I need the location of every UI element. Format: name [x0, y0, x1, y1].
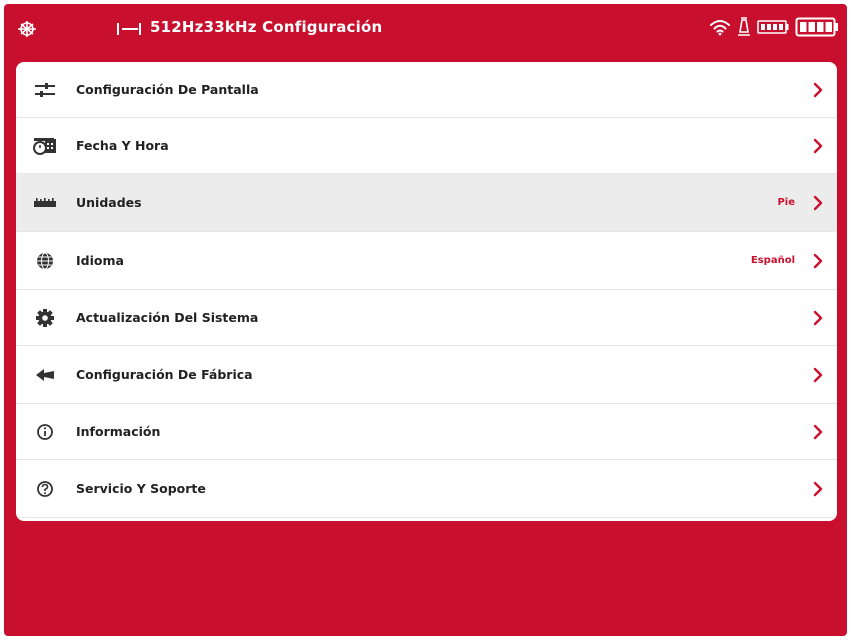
app-logo-icon[interactable] [16, 20, 38, 38]
menu-item-label: Fecha Y Hora [76, 138, 169, 153]
menu-item-value: Español [750, 255, 795, 266]
menu-item-value: Pie [777, 197, 795, 208]
frequency-icon [117, 23, 141, 35]
chevron-right-icon [813, 253, 823, 268]
menu-item-system-update[interactable]: Actualización Del Sistema [16, 290, 837, 346]
menu-item-label: Actualización Del Sistema [76, 310, 259, 325]
calendar-clock-icon [32, 135, 58, 157]
globe-icon [32, 250, 58, 272]
page-title: 512Hz33kHz Configuración [150, 18, 383, 36]
chevron-right-icon [813, 82, 823, 97]
wifi-icon [710, 20, 730, 36]
sonde-icon [738, 17, 750, 36]
menu-item-service-support[interactable]: Servicio Y Soporte [16, 460, 837, 518]
menu-item-date-time[interactable]: Fecha Y Hora [16, 118, 837, 174]
battery-small-icon [757, 20, 789, 34]
gear-icon [32, 307, 58, 329]
ruler-icon [32, 192, 58, 214]
chevron-right-icon [813, 138, 823, 153]
menu-item-display-settings[interactable]: Configuración De Pantalla [16, 62, 837, 118]
menu-item-label: Idioma [76, 253, 124, 268]
menu-item-label: Configuración De Pantalla [76, 82, 259, 97]
header-bar: 512Hz33kHz Configuración [4, 4, 847, 54]
menu-item-label: Servicio Y Soporte [76, 481, 206, 496]
chevron-right-icon [813, 310, 823, 325]
reset-arrow-icon [32, 364, 58, 386]
chevron-right-icon [813, 481, 823, 496]
menu-item-information[interactable]: Información [16, 404, 837, 460]
menu-item-factory-settings[interactable]: Configuración De Fábrica [16, 346, 837, 404]
support-icon [32, 478, 58, 500]
sliders-icon [32, 79, 58, 101]
battery-icon [795, 17, 838, 37]
menu-item-units[interactable]: Unidades Pie [16, 174, 837, 232]
menu-item-label: Información [76, 424, 161, 439]
menu-item-label: Unidades [76, 195, 142, 210]
menu-item-language[interactable]: Idioma Español [16, 232, 837, 290]
chevron-right-icon [813, 195, 823, 210]
chevron-right-icon [813, 367, 823, 382]
settings-list: Configuración De Pantalla Fecha Y Hora U… [16, 62, 837, 521]
app-window: 512Hz33kHz Configuración Configuración D… [4, 4, 847, 636]
menu-item-label: Configuración De Fábrica [76, 367, 253, 382]
info-icon [32, 421, 58, 443]
chevron-right-icon [813, 424, 823, 439]
